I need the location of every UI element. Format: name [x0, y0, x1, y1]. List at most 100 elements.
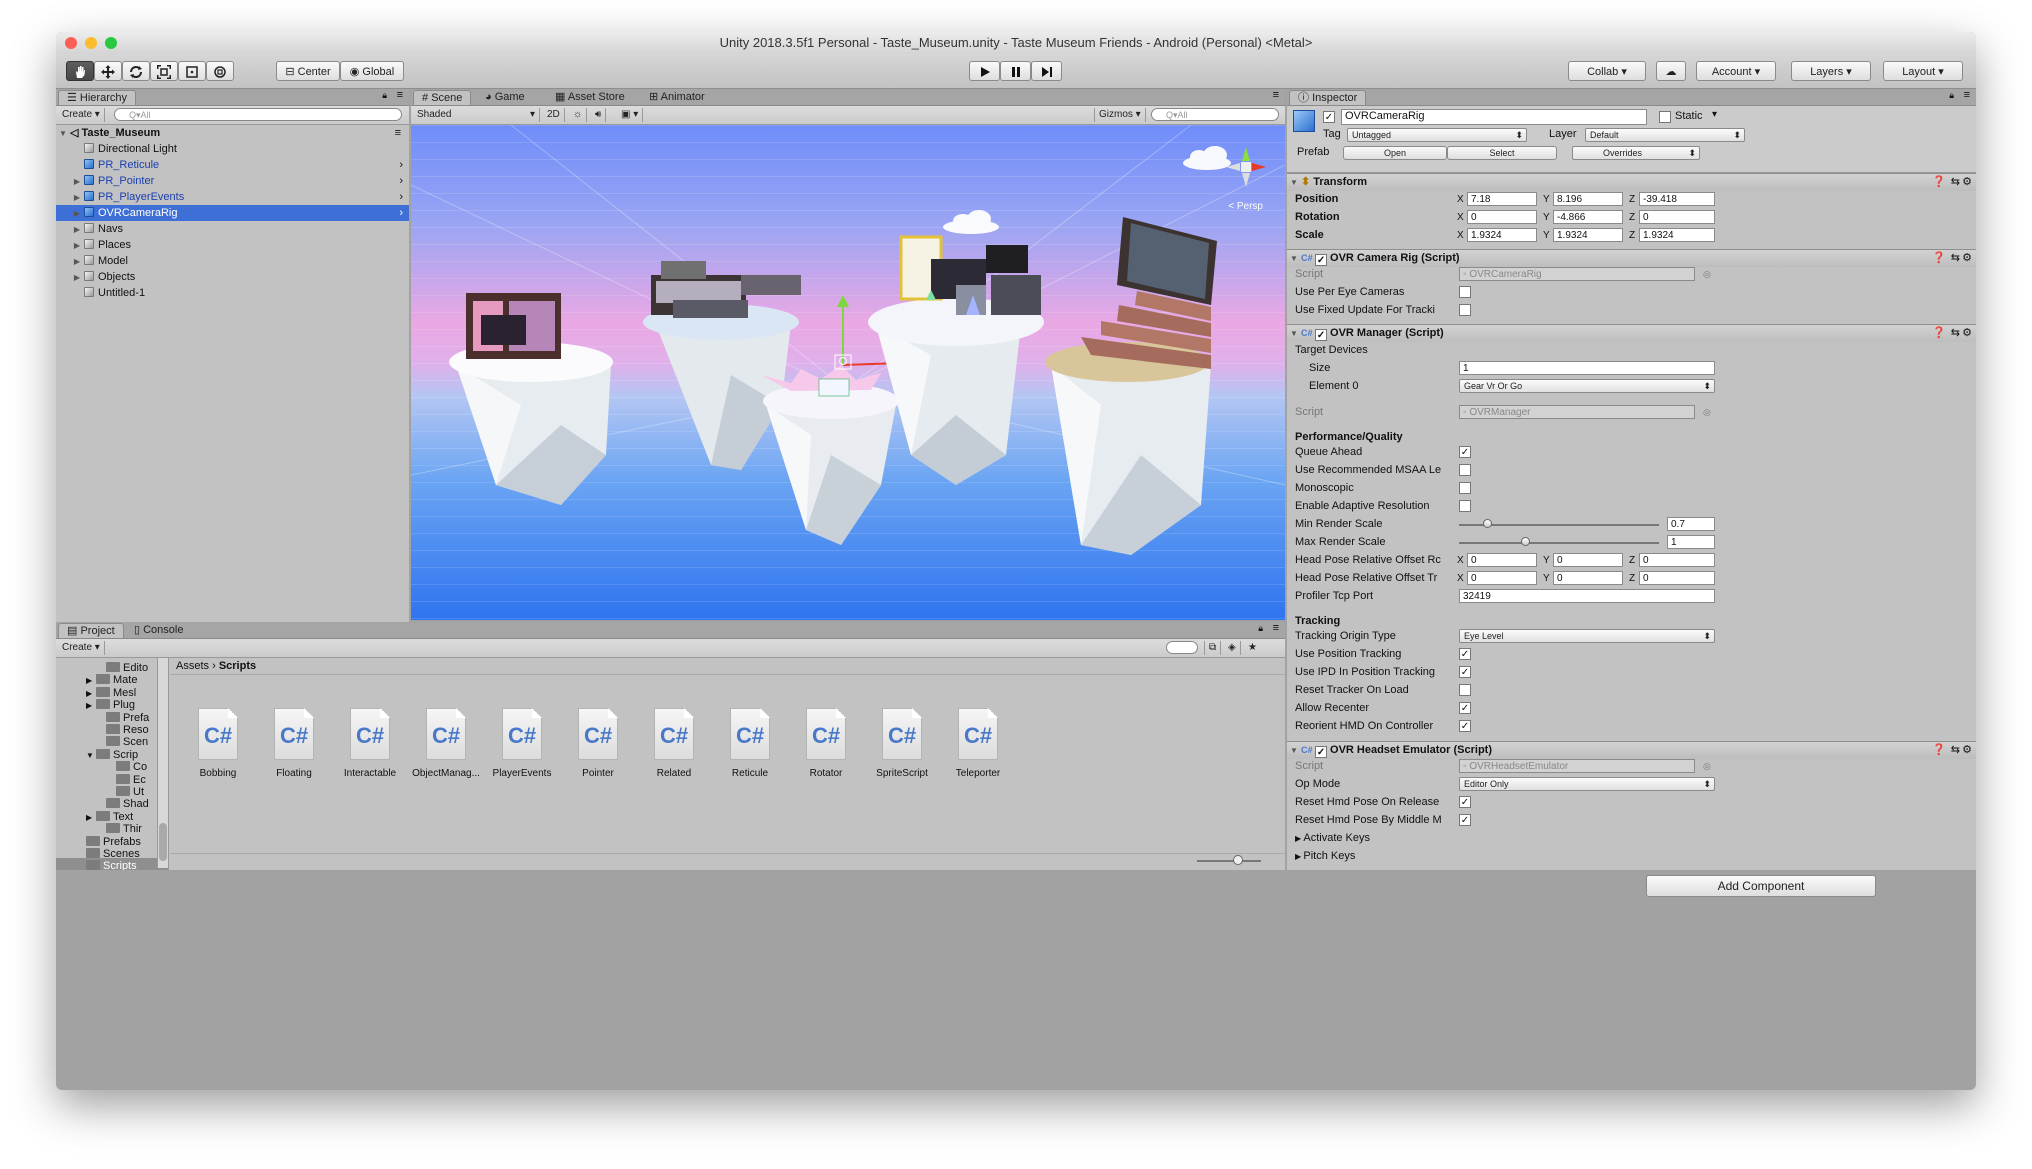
chevron-right-icon[interactable]: › — [399, 157, 403, 173]
folder-tree-item[interactable]: Scripts — [56, 858, 168, 870]
layer-dropdown[interactable]: Default — [1585, 128, 1745, 142]
position-x-field[interactable]: 7.18 — [1467, 192, 1537, 206]
expand-arrow-icon[interactable]: ▶ — [70, 254, 84, 270]
gear-icon[interactable]: ⚙ — [1962, 250, 1972, 267]
object-picker-icon[interactable]: ◎ — [1703, 758, 1711, 775]
help-icon[interactable]: ❓ — [1932, 742, 1946, 759]
ipd-checkbox[interactable]: ✓ — [1459, 666, 1471, 678]
scene-viewport[interactable]: < Persp — [411, 125, 1285, 620]
expand-arrow-icon[interactable]: ▶ — [70, 190, 84, 206]
tab-project[interactable]: ▤ Project — [58, 623, 124, 638]
preset-icon[interactable]: ⇆ — [1951, 742, 1960, 759]
scale-z-field[interactable]: 1.9324 — [1639, 228, 1715, 242]
favorite-icon[interactable]: ★ — [1244, 641, 1261, 655]
preset-icon[interactable]: ⇆ — [1951, 250, 1960, 267]
help-icon[interactable]: ❓ — [1932, 325, 1946, 342]
filter-label-icon[interactable]: ◈ — [1224, 641, 1241, 655]
hierarchy-item[interactable]: ▶ Objects — [56, 269, 409, 285]
rect-tool-icon[interactable] — [178, 61, 206, 81]
script-asset[interactable]: C# ObjectManag... — [408, 708, 484, 779]
layout-dropdown[interactable]: Layout ▾ — [1883, 61, 1963, 81]
expand-arrow-icon[interactable]: ▼ — [86, 748, 96, 764]
transform-tool-icon[interactable] — [206, 61, 234, 81]
size-field[interactable]: 1 — [1459, 361, 1715, 375]
tree-scrollbar[interactable] — [157, 658, 168, 868]
account-dropdown[interactable]: Account ▾ — [1696, 61, 1776, 81]
fold-arrow-icon[interactable]: ▼ — [1287, 325, 1301, 342]
script-asset[interactable]: C# Related — [636, 708, 712, 779]
script-asset[interactable]: C# Floating — [256, 708, 332, 779]
add-component-button[interactable]: Add Component — [1646, 875, 1876, 897]
minimize-window-icon[interactable] — [85, 37, 97, 49]
hierarchy-item[interactable]: ▶ OVRCameraRig › — [56, 205, 409, 221]
hierarchy-item[interactable]: ▶ PR_PlayerEvents › — [56, 189, 409, 205]
project-lock-icon[interactable]: 🔒︎ — [1258, 623, 1263, 634]
origin-dropdown[interactable]: Eye Level — [1459, 629, 1715, 643]
static-dropdown-icon[interactable]: ▾ — [1712, 109, 1717, 120]
space-global-button[interactable]: ◉ Global — [340, 61, 404, 81]
prefab-open-button[interactable]: Open — [1343, 146, 1447, 160]
tab-console[interactable]: ▯ Console — [126, 623, 191, 638]
object-picker-icon[interactable]: ◎ — [1703, 404, 1711, 421]
scene-search-input[interactable]: Q▾All — [1151, 108, 1279, 121]
step-button[interactable] — [1031, 61, 1062, 81]
expand-arrow-icon[interactable]: ▶ — [70, 222, 84, 238]
layers-dropdown[interactable]: Layers ▾ — [1791, 61, 1871, 81]
preset-icon[interactable]: ⇆ — [1951, 325, 1960, 342]
pivot-center-button[interactable]: ⊟ Center — [276, 61, 340, 81]
prefab-select-button[interactable]: Select — [1447, 146, 1557, 160]
recenter-checkbox[interactable]: ✓ — [1459, 702, 1471, 714]
pause-button[interactable] — [1000, 61, 1031, 81]
min-render-thumb[interactable] — [1483, 519, 1492, 528]
op-mode-dropdown[interactable]: Editor Only — [1459, 777, 1715, 791]
fold-arrow-icon[interactable]: ▼ — [1287, 742, 1301, 759]
lighting-toggle-icon[interactable]: ☼ — [569, 108, 588, 122]
position-z-field[interactable]: -39.418 — [1639, 192, 1715, 206]
reset-release-checkbox[interactable]: ✓ — [1459, 796, 1471, 808]
tab-asset-store[interactable]: ▦ Asset Store — [547, 90, 633, 105]
fold-arrow-icon[interactable]: ▼ — [1287, 174, 1301, 191]
scene-menu-icon[interactable]: ≡ — [395, 125, 401, 141]
tab-game[interactable]: ◕ Game — [477, 90, 533, 105]
persp-label[interactable]: < Persp — [1228, 201, 1263, 212]
emulator-header[interactable]: ▼ C# ✓ OVR Headset Emulator (Script) ❓ ⇆ ⚙ — [1287, 741, 1976, 759]
scale-x-field[interactable]: 1.9324 — [1467, 228, 1537, 242]
tab-hierarchy[interactable]: ☰ Hierarchy — [58, 90, 136, 105]
min-render-field[interactable]: 0.7 — [1667, 517, 1715, 531]
move-tool-icon[interactable] — [94, 61, 122, 81]
fixed-update-checkbox[interactable] — [1459, 304, 1471, 316]
reorient-checkbox[interactable]: ✓ — [1459, 720, 1471, 732]
filter-type-icon[interactable]: ⧉ — [1204, 641, 1222, 655]
fold-arrow-icon[interactable]: ▼ — [1287, 250, 1301, 267]
rotation-y-field[interactable]: -4.866 — [1553, 210, 1623, 224]
profiler-field[interactable]: 32419 — [1459, 589, 1715, 603]
icon-size-thumb[interactable] — [1233, 855, 1243, 865]
hierarchy-item[interactable]: ▶ Places — [56, 237, 409, 253]
expand-arrow-icon[interactable]: ▶ — [86, 698, 96, 714]
gear-icon[interactable]: ⚙ — [1962, 325, 1972, 342]
reset-middle-checkbox[interactable]: ✓ — [1459, 814, 1471, 826]
expand-arrow-icon[interactable]: ▶ — [70, 270, 84, 286]
object-name-field[interactable]: OVRCameraRig — [1341, 109, 1647, 125]
camera-rig-enabled-checkbox[interactable]: ✓ — [1315, 254, 1328, 266]
msaa-checkbox[interactable] — [1459, 464, 1471, 476]
transform-header[interactable]: ▼ ⬍ Transform ❓ ⇆ ⚙ — [1287, 173, 1976, 191]
script-asset[interactable]: C# Reticule — [712, 708, 788, 779]
head-rot-x-field[interactable]: 0 — [1467, 553, 1537, 567]
help-icon[interactable]: ❓ — [1932, 250, 1946, 267]
hierarchy-search-input[interactable]: Q▾All — [114, 108, 402, 121]
reset-tracker-checkbox[interactable] — [1459, 684, 1471, 696]
project-search-input[interactable] — [1166, 641, 1198, 654]
head-rot-y-field[interactable]: 0 — [1553, 553, 1623, 567]
expand-arrow-icon[interactable]: ▶ — [70, 206, 84, 222]
hierarchy-item[interactable]: ▶ Navs — [56, 221, 409, 237]
pos-tracking-checkbox[interactable]: ✓ — [1459, 648, 1471, 660]
scale-y-field[interactable]: 1.9324 — [1553, 228, 1623, 242]
head-trans-z-field[interactable]: 0 — [1639, 571, 1715, 585]
max-render-slider[interactable] — [1459, 542, 1659, 544]
tab-inspector[interactable]: ⓘ Inspector — [1289, 90, 1367, 105]
project-create-button[interactable]: Create ▾ — [58, 641, 105, 655]
maximize-window-icon[interactable] — [105, 37, 117, 49]
script-asset[interactable]: C# Pointer — [560, 708, 636, 779]
pitch-keys-row[interactable]: ▶ Pitch Keys — [1295, 848, 1972, 865]
